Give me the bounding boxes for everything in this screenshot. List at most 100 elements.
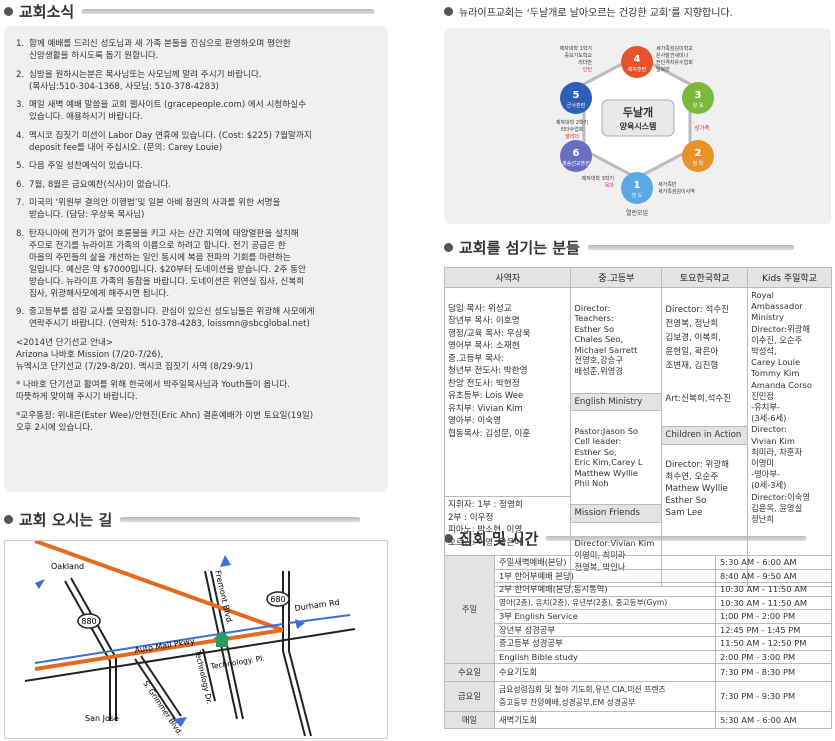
node-number: 2: [695, 148, 702, 159]
vision-header: 뉴라이프교회는 ‘두날개로 날아오르는 건강한 교회’를 지향합니다.: [444, 0, 733, 22]
notice-text: 심방을 원하시는분은 목사님또는 사모님께 말려 주시기 바랍니다. (목사님:…: [29, 69, 262, 92]
category-wednesday: 수요일: [444, 663, 495, 682]
schedule-row: 1부 한어부예배 본당) 8:40 AM - 9:50 AM: [445, 568, 832, 583]
discipleship-diagram: 두날개 양육시스템 4 제자훈련 3 양 육 2 정 착 1 전 도 6 파송선…: [444, 28, 831, 224]
hw680-label: 680: [270, 595, 285, 604]
caption-text: 전인격치유수업회: [656, 59, 693, 66]
schedule-row: 금요일 금요성령집회 및 철야 기도회,유년 CIA,미션 프렌즈 중고등부 찬…: [444, 681, 832, 712]
caption-bottom-left: 제자대학 3학기 목자: [582, 175, 615, 189]
notice-item: 3. 매일 새벽 예배 말씀을 교회 웹사이트 (gracepeople.com)…: [16, 99, 378, 123]
caption-text: 세가족섬김이학교: [656, 45, 693, 52]
english-ministry-subhead: English Ministry: [571, 392, 662, 411]
notice-number: 4.: [16, 130, 25, 141]
durham-label: Durham Rd: [294, 598, 340, 613]
caption-text: 새가족반: [658, 181, 677, 188]
staff-header-row: 사역자 중.고등부 토요한국학교 Kids 주일학교: [443, 267, 832, 288]
caption-text: 제자대학 2학기: [556, 119, 588, 126]
service-name: 1부 한어부예배 본당): [494, 568, 716, 583]
notices-title: 교회소식: [19, 2, 75, 21]
node-number: 1: [634, 180, 641, 191]
caption-text: 은사발견세미나: [656, 52, 689, 59]
node-3: 3 양 육: [682, 82, 714, 114]
notice-number: 3.: [16, 100, 25, 110]
service-name: 새벽기도회: [494, 711, 716, 729]
caption-top-right: 세가족섬김이학교 은사발견세미나 전인격치유수업회 탈북반: [656, 45, 693, 73]
children-in-action-subhead: Children in Action: [662, 426, 748, 445]
caption-text: 인턴: [583, 66, 593, 73]
youth-cell: Director: Teachers: Esther So Chales Seo…: [570, 287, 663, 587]
node-2: 2 정 착: [682, 140, 714, 172]
notice-number: 9.: [16, 307, 25, 317]
korean-school-cell: Director: 석수진 전영복, 정난희 김보경, 이복희, 윤현일, 곽은…: [661, 287, 749, 587]
church-icon: [216, 638, 228, 647]
caption-text: 목자: [605, 182, 615, 189]
node-number: 3: [695, 90, 702, 101]
schedule-row: 주일 주일새벽예배(본당) 5:30 AM - 6:00 AM: [444, 555, 832, 664]
bullet-icon: [444, 242, 453, 252]
divider: [82, 8, 375, 14]
arrow-icon: [220, 555, 231, 567]
divider: [587, 244, 794, 250]
notice-number: 7.: [16, 198, 25, 208]
notices-box: 1. 함께 예배를 드리신 성도님과 새 가족 분들을 진심으로 환영하오며 평안…: [4, 26, 388, 492]
divider: [120, 516, 361, 522]
node-6: 6 파송선교훈련: [560, 140, 592, 172]
notice-number: 8.: [16, 228, 25, 239]
schedule-row: 2부 한어부예배(본당,동시통역) 10:30 AM - 11:50 AM: [445, 582, 832, 597]
oakland-label: Oakland: [51, 562, 84, 571]
korean-school-list: Director: 석수진 전영복, 정난희 김보경, 이복희, 윤현일, 곽은…: [665, 304, 730, 371]
node-name: 파송선교훈련: [562, 160, 590, 167]
caption-text: 탈북반: [656, 66, 670, 73]
youth-list: Director: Teachers: Esther So Chales Seo…: [574, 302, 638, 376]
service-time: 8:40 AM - 9:50 AM: [715, 568, 832, 583]
service-time: 11:50 AM - 12:50 PM: [715, 636, 832, 651]
notice-text: 다음 주일 성찬예식이 있습니다.: [29, 161, 143, 171]
node-number: 6: [573, 148, 580, 159]
service-name: 장년부 성경공부: [494, 622, 716, 637]
mission-info: <2014년 단기선교 안내> Arizona 나바호 Mission (7/2…: [16, 337, 253, 372]
node-number: 5: [573, 90, 580, 101]
notice-item: 8. 탄자니아에 전기가 없어 호롱불을 키고 사는 산간 지역에 태양열판을 설…: [16, 228, 378, 300]
notice-item: 5. 다음 주일 성찬예식이 있습니다.: [16, 160, 378, 172]
service-name: 주일새벽예배(본당): [494, 555, 716, 570]
servants-title: 교회를 섬기는 분들: [459, 238, 580, 257]
caption-bottom-right: 새가족반 새가족섬김이사역: [658, 181, 695, 195]
caption-text: 새가족섬김이사역: [658, 188, 695, 195]
art-teachers: Art:신복희,석수진: [665, 394, 732, 404]
center-title: 두날개: [623, 105, 653, 119]
node-name: 제자훈련: [628, 66, 647, 73]
notice-number: 2.: [16, 69, 25, 80]
node-4: 4 제자훈련: [621, 46, 653, 78]
category-friday: 금요일: [444, 681, 495, 712]
notice-item: 2. 심방을 원하시는분은 목사님또는 사모님께 말려 주시기 바랍니다. (목사…: [16, 69, 378, 93]
notice-text: 탄자니아에 전기가 없어 호롱불을 키고 사는 산간 지역에 태양열판을 설치해…: [29, 228, 306, 299]
caption-text: 제자대학 1학기: [560, 45, 592, 52]
caption-text: 중보기도학교: [564, 52, 592, 59]
notice-number: 5.: [16, 161, 25, 171]
directions-map: 880 680 Oakland San Jose Auto Mall Pkwy …: [4, 539, 388, 739]
notices-header: 교회소식: [4, 0, 375, 22]
mission-friends-subhead: Mission Friends: [571, 504, 662, 523]
staff-table: 사역자 중.고등부 토요한국학교 Kids 주일학교 담임 목사: 위성교 장년…: [443, 267, 832, 587]
schedule-row: English Bible study 2:00 PM - 3:00 PM: [445, 649, 832, 664]
node-5: 5 군사훈련: [560, 82, 592, 114]
caption-text: 제자대학 3학기: [582, 175, 614, 182]
caption-text: 리더수업회: [560, 126, 583, 133]
service-time: 5:30 AM - 6:00 AM: [715, 711, 832, 729]
schedule-row: 중고등부 성경공부 11:50 AM - 12:50 PM: [445, 636, 832, 651]
service-name: 금요성령집회 및 철야 기도회,유년 CIA,미션 프렌즈 중고등부 찬양예배,…: [494, 681, 716, 712]
schedule-row: 3부 English Service 1:00 PM - 2:00 PM: [445, 609, 832, 624]
diagram-svg: 두날개 양육시스템 4 제자훈련 3 양 육 2 정 착 1 전 도 6 파송선…: [556, 45, 714, 217]
node-name: 정 착: [693, 160, 704, 167]
notice-number: 6.: [16, 179, 25, 190]
bottom-label: 열린모임: [626, 209, 648, 217]
node-1: 1 전 도: [621, 172, 653, 204]
category-sunday: 주일: [444, 555, 495, 664]
notice-text: 매일 새벽 예배 말씀을 교회 웹사이트 (gracepeople.com) 에…: [29, 100, 306, 122]
pastor-list: 담임 목사: 위성교 장년부 목사: 이호명 행정/교육 목사: 우상욱 영어부…: [448, 303, 531, 439]
servants-header: 교회를 섬기는 분들: [444, 236, 794, 258]
pastors-cell: 담임 목사: 위성교 장년부 목사: 이호명 행정/교육 목사: 우상욱 영어부…: [443, 287, 572, 587]
service-name: 2부 한어부예배(본당,동시통역): [494, 582, 716, 597]
bullet-icon: [4, 6, 13, 16]
notice-number: 1.: [16, 39, 25, 49]
